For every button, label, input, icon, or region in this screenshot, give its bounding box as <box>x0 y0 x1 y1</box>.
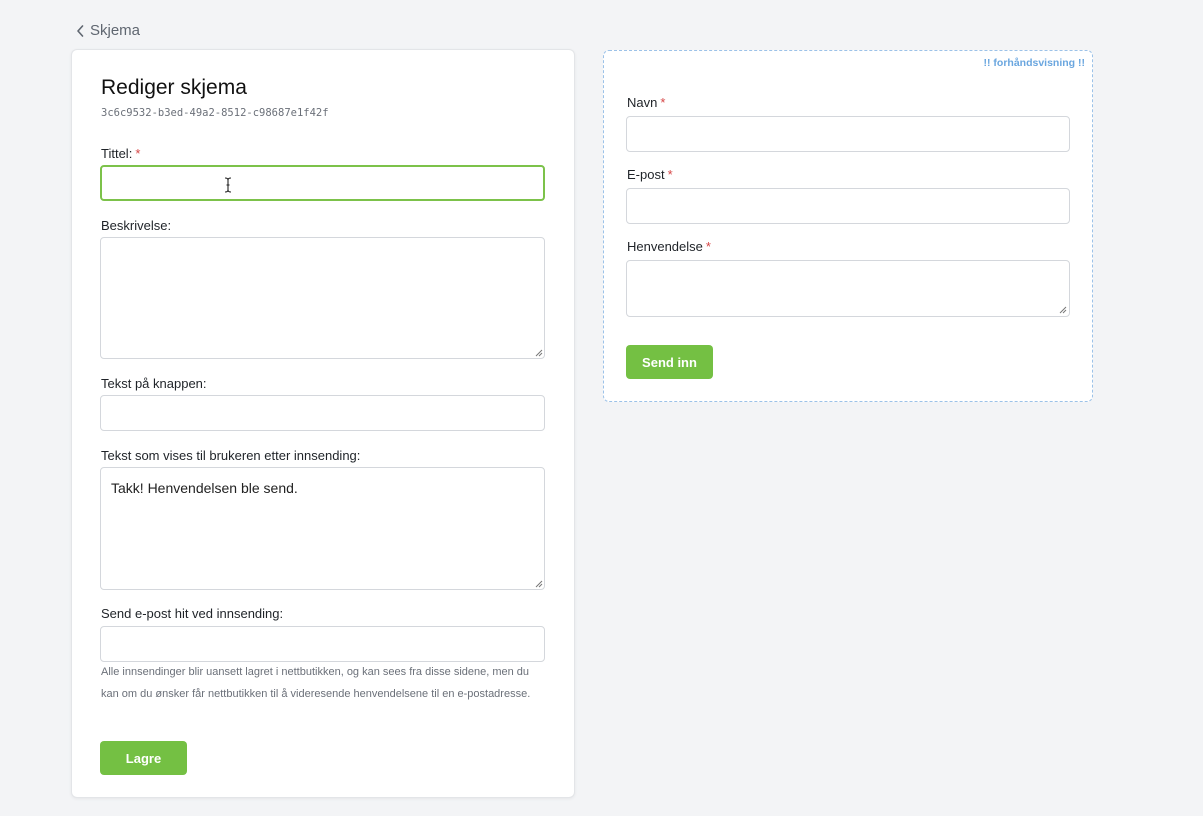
form-preview: !! forhåndsvisning !! Navn * E-post * Henv… <box>603 50 1093 402</box>
text-cursor-icon <box>224 177 232 193</box>
button-text-label: Tekst på knappen: <box>101 376 207 391</box>
resize-handle-icon[interactable] <box>534 348 543 357</box>
required-marker: * <box>667 167 673 182</box>
preview-email-label-text: E-post <box>627 167 665 182</box>
title-input[interactable] <box>100 165 545 201</box>
preview-email-label: E-post * <box>627 167 673 182</box>
preview-message-label: Henvendelse * <box>627 239 711 254</box>
title-field-label: Tittel: * <box>101 146 140 161</box>
preview-name-label: Navn * <box>627 95 665 110</box>
preview-email-input[interactable] <box>626 188 1070 224</box>
breadcrumb-label: Skjema <box>90 22 141 39</box>
preview-name-input[interactable] <box>626 116 1070 152</box>
page-title: Rediger skjema <box>101 76 247 99</box>
description-label: Beskrivelse: <box>101 218 172 233</box>
description-wrapper <box>100 237 545 359</box>
button-text-input[interactable] <box>100 395 545 431</box>
resize-handle-icon[interactable] <box>1058 305 1067 314</box>
breadcrumb[interactable]: Skjema <box>76 22 140 39</box>
email-input[interactable] <box>100 626 545 662</box>
resize-handle-icon[interactable] <box>534 579 543 588</box>
after-submit-label: Tekst som vises til brukeren etter innse… <box>101 448 361 463</box>
preview-name-label-text: Navn <box>627 95 658 110</box>
required-marker: * <box>660 95 666 110</box>
preview-message-label-text: Henvendelse <box>627 239 703 254</box>
chevron-left-icon <box>77 24 84 37</box>
edit-form-card: Rediger skjema 3c6c9532-b3ed-49a2-8512-c… <box>71 49 575 798</box>
save-button[interactable]: Lagre <box>100 741 187 775</box>
form-id: 3c6c9532-b3ed-49a2-8512-c98687e1f42f <box>101 107 329 119</box>
after-submit-textarea[interactable]: Takk! Henvendelsen ble send. <box>100 467 545 590</box>
required-marker: * <box>135 146 141 161</box>
email-help-text: Alle innsendinger blir uansett lagret i … <box>101 666 531 700</box>
title-label-text: Tittel: <box>101 146 133 161</box>
preview-message-textarea[interactable] <box>626 260 1070 317</box>
preview-badge: !! forhåndsvisning !! <box>983 57 1086 69</box>
description-textarea[interactable] <box>100 237 545 359</box>
email-label: Send e-post hit ved innsending: <box>101 606 284 621</box>
preview-submit-button[interactable]: Send inn <box>626 345 713 379</box>
after-submit-wrapper: Takk! Henvendelsen ble send. <box>100 467 545 590</box>
required-marker: * <box>705 239 711 254</box>
